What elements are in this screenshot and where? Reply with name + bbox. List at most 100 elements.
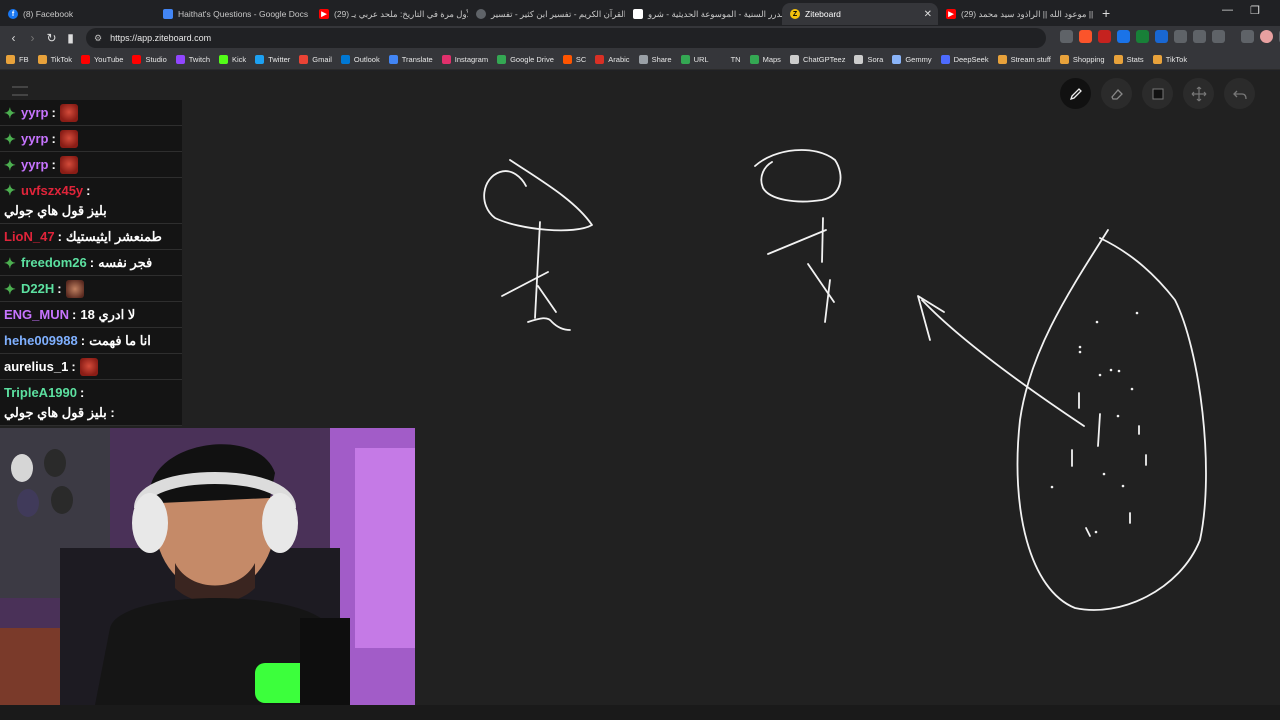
ziteboard-icon: Z xyxy=(790,9,800,19)
drawing-dot xyxy=(1094,530,1098,534)
brave-rewards-icon[interactable] xyxy=(1098,30,1111,43)
bookmark-item[interactable]: URL xyxy=(680,55,709,64)
bookmark-item[interactable]: DeepSeek xyxy=(940,55,989,64)
bookmark-label: ChatGPTeez xyxy=(802,55,846,64)
shape-tool-button[interactable] xyxy=(1142,78,1173,109)
restore-icon[interactable]: ❐ xyxy=(1250,4,1260,17)
bookmark-item[interactable]: Sora xyxy=(854,55,883,64)
forward-icon[interactable]: › xyxy=(23,31,42,45)
bookmark-item[interactable]: Arabic xyxy=(595,55,630,64)
bookmark-item[interactable]: Stats xyxy=(1113,55,1144,64)
wallet-icon[interactable] xyxy=(1241,30,1254,43)
browser-tab-youtube[interactable]: ▶ (29) لأول مرة في التاريخ: ملحد عربي يـ xyxy=(311,3,468,25)
browser-tab-ziteboard[interactable]: Z Ziteboard ✕ xyxy=(782,3,938,25)
drawing-dot xyxy=(1078,345,1082,349)
bookmark-icon xyxy=(997,55,1007,64)
extension-icon[interactable] xyxy=(1117,30,1130,43)
chat-separator: : xyxy=(89,255,95,270)
close-tab-icon[interactable]: ✕ xyxy=(924,9,932,20)
extension-icon[interactable] xyxy=(1136,30,1149,43)
extension-icon[interactable] xyxy=(1155,30,1168,43)
bookmark-item[interactable]: Shopping xyxy=(1059,55,1105,64)
undo-icon xyxy=(1232,90,1247,99)
chat-message: ✦ yyrp: xyxy=(0,100,182,126)
bookmark-item[interactable]: Maps xyxy=(749,55,781,64)
bookmark-icon xyxy=(175,55,185,64)
pen-tool-button[interactable] xyxy=(1060,78,1091,109)
bookmark-item[interactable]: Stream stuff xyxy=(997,55,1051,64)
bookmark-item[interactable]: Twitter xyxy=(255,55,290,64)
browser-tab-tafsir[interactable]: القرآن الكريم - تفسير ابن كثير - تفسير .… xyxy=(468,3,625,25)
subscriber-badge-icon: ✦ xyxy=(4,280,16,297)
bookmark-item[interactable]: TikTok xyxy=(1152,55,1187,64)
bookmark-item[interactable]: Instagram xyxy=(441,55,488,64)
bookmark-item[interactable]: Kick xyxy=(219,55,246,64)
drawing-dot xyxy=(1102,472,1106,476)
profile-avatar-icon[interactable] xyxy=(1260,30,1273,43)
browser-tab-youtube-2[interactable]: ▶ (29) موعود الله || الراذود سيد محمد || xyxy=(938,3,1094,25)
share-icon[interactable] xyxy=(1060,30,1073,43)
bookmark-icon xyxy=(749,55,759,64)
bookmark-item[interactable]: Gemmy xyxy=(892,55,932,64)
extensions-puzzle-icon[interactable] xyxy=(1193,30,1206,43)
back-icon[interactable]: ‹ xyxy=(4,31,23,45)
bookmark-item[interactable]: Share xyxy=(638,55,672,64)
site-settings-icon[interactable]: ⚙ xyxy=(94,33,102,44)
move-tool-button[interactable] xyxy=(1183,78,1214,109)
bookmark-icon xyxy=(854,55,864,64)
bookmark-icon xyxy=(789,55,799,64)
bookmark-label: Shopping xyxy=(1072,55,1105,64)
bookmark-item[interactable]: Twitch xyxy=(175,55,210,64)
sidebar-icon[interactable] xyxy=(1212,30,1225,43)
chat-username: hehe009988 xyxy=(4,333,78,348)
bookmark-icon xyxy=(1059,55,1069,64)
chat-message: ✦ freedom26: فجر نفسه xyxy=(0,250,182,276)
bookmark-item[interactable]: Gmail xyxy=(299,55,332,64)
chat-username: aurelius_1 xyxy=(4,359,69,374)
chat-message: LioN_47: طمنعشر ايثيستيك xyxy=(0,224,182,250)
drawing-stroke xyxy=(921,299,1085,427)
bookmark-icon[interactable]: ▮ xyxy=(61,31,80,45)
eraser-tool-button[interactable] xyxy=(1101,78,1132,109)
browser-toolbar: ‹ › ↻ ▮ ⚙ https://app.ziteboard.com xyxy=(0,26,1280,50)
bookmark-icon xyxy=(638,55,648,64)
address-bar[interactable]: ⚙ https://app.ziteboard.com xyxy=(86,28,1046,48)
browser-tab-google-docs[interactable]: Haithat's Questions - Google Docs xyxy=(155,3,311,25)
browser-tab-facebook[interactable]: f (8) Facebook xyxy=(0,3,155,25)
bookmark-item[interactable]: Translate xyxy=(388,55,433,64)
bookmark-item[interactable]: FB xyxy=(6,55,29,64)
bookmark-item[interactable]: Outlook xyxy=(340,55,380,64)
new-tab-button[interactable]: + xyxy=(1102,5,1110,21)
hamburger-menu-icon[interactable] xyxy=(12,86,28,96)
bookmark-label: Twitter xyxy=(268,55,291,64)
drawing-dot xyxy=(1130,387,1134,391)
bookmark-item[interactable]: SC xyxy=(562,55,586,64)
url-text: https://app.ziteboard.com xyxy=(110,33,212,43)
brave-shield-icon[interactable] xyxy=(1079,30,1092,43)
tab-title: Haithat's Questions - Google Docs xyxy=(178,9,309,19)
drawing-dot xyxy=(1095,320,1099,324)
bookmark-item[interactable]: YouTube xyxy=(80,55,123,64)
extension-icon[interactable] xyxy=(1174,30,1187,43)
bookmark-item[interactable]: TN xyxy=(717,55,741,64)
reload-icon[interactable]: ↻ xyxy=(42,31,61,45)
bookmark-item[interactable]: Google Drive xyxy=(497,55,554,64)
chat-separator: : xyxy=(57,229,62,244)
bookmark-label: TikTok xyxy=(50,55,72,64)
browser-tab-dorar[interactable]: الدرر السنية - الموسوعة الحديثية - شرو.. xyxy=(625,3,782,25)
bookmark-item[interactable]: Studio xyxy=(132,55,167,64)
minimize-icon[interactable]: — xyxy=(1222,4,1233,16)
chat-message: ✦ uvfszx45y: بليز قول هاي جولي xyxy=(0,178,182,224)
tab-title: (29) موعود الله || الراذود سيد محمد || xyxy=(961,8,1094,19)
bookmark-item[interactable]: TikTok xyxy=(37,55,72,64)
drawing-dot xyxy=(1078,350,1082,354)
undo-button[interactable] xyxy=(1224,78,1255,109)
chat-message: ✦ D22H: xyxy=(0,276,182,302)
bookmark-item[interactable]: ChatGPTeez xyxy=(789,55,846,64)
bookmark-icon xyxy=(595,55,605,64)
chat-message: hehe009988: انا ما فهمت xyxy=(0,328,182,354)
stream-chat-overlay: ✦ yyrp: ✦ yyrp: ✦ yyrp: ✦ uvfszx45y: بليز قول ها… xyxy=(0,100,182,426)
bookmark-icon xyxy=(680,55,690,64)
bookmark-icon xyxy=(1113,55,1123,64)
move-icon xyxy=(1191,86,1206,101)
